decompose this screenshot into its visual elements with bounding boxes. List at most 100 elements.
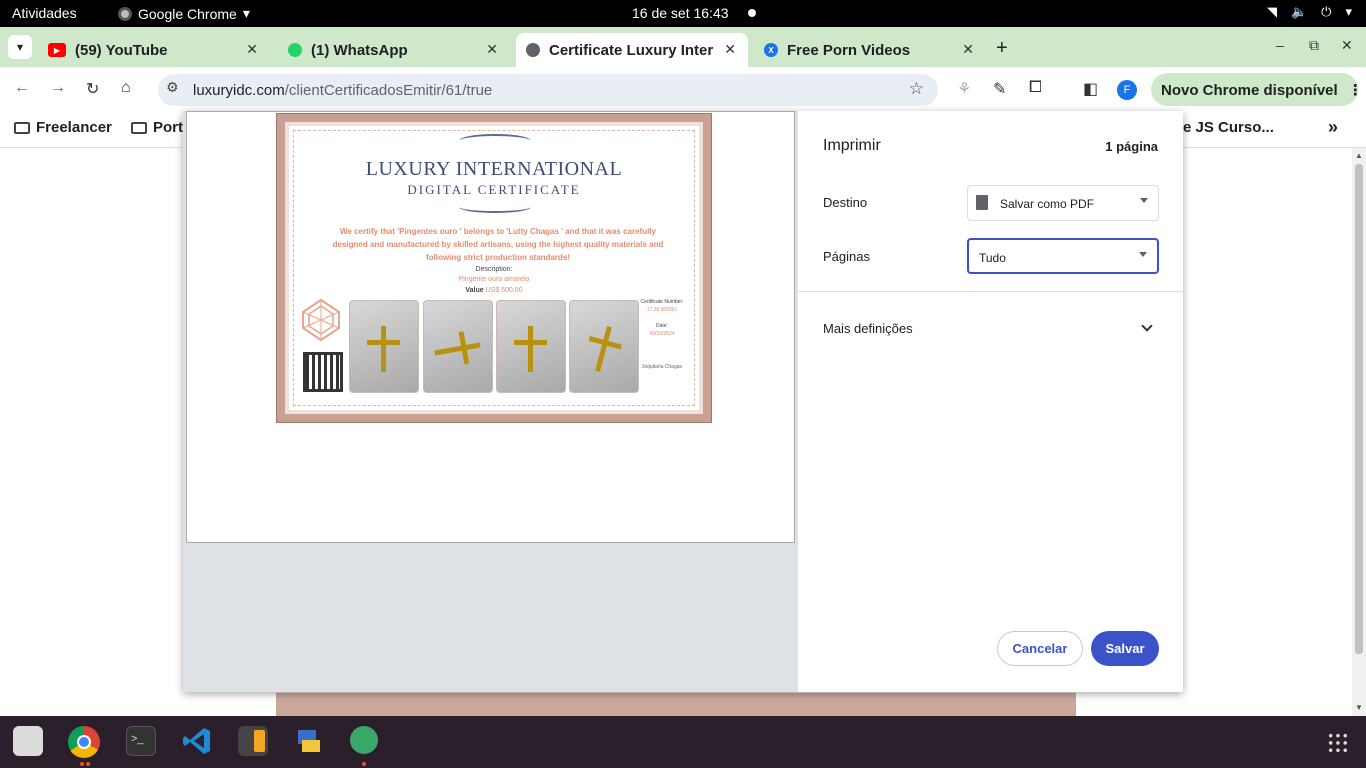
destination-select[interactable]: Salvar como PDF — [967, 185, 1159, 221]
brand-signature: Joquilaria Chagas — [641, 364, 683, 370]
description-label: Description: — [475, 266, 513, 273]
power-icon: ⏻ — [1321, 4, 1332, 19]
description-value: Pingente ouro amarelo — [458, 276, 530, 283]
statement-line: We certify that 'Pingentes ouro ' belong… — [340, 227, 656, 236]
cross-pendant — [367, 326, 400, 372]
tab-title: (59) YouTube — [75, 41, 168, 59]
certificate-statement: We certify that 'Pingentes ouro ' belong… — [311, 225, 685, 264]
chevron-right-icon[interactable]: » — [1328, 117, 1338, 138]
tab-search-button[interactable]: ▾ — [8, 35, 32, 59]
bookmark-label: Freelancer — [36, 119, 112, 136]
eyedropper-icon[interactable]: ✎ — [993, 79, 1006, 99]
print-settings-panel: Imprimir 1 página Destino Salvar como PD… — [798, 111, 1183, 692]
pages-label: Páginas — [823, 249, 870, 264]
print-preview: LUXURY INTERNATIONAL DIGITAL CERTIFICATE… — [186, 111, 795, 543]
files-icon[interactable] — [13, 726, 43, 756]
extension-icon[interactable]: ⚘ — [957, 79, 971, 99]
tab-whatsapp[interactable]: (1) WhatsApp ✕ — [278, 33, 510, 67]
scrollbar[interactable]: ▲ ▼ — [1352, 148, 1366, 716]
calculator-icon[interactable] — [238, 726, 268, 756]
site-info-icon[interactable]: ⚙ — [166, 79, 179, 96]
ornament-top — [459, 134, 531, 148]
scroll-down-icon[interactable]: ▼ — [1355, 703, 1363, 712]
product-photo — [349, 300, 419, 393]
bookmark-label: Port — [153, 119, 183, 136]
minimize-icon[interactable]: – — [1276, 37, 1284, 53]
product-photo — [423, 300, 493, 393]
tab-title: (1) WhatsApp — [311, 41, 408, 59]
system-top-bar: Atividades Google Chrome ▾ 16 de set 16:… — [0, 0, 1366, 27]
clock[interactable]: 16 de set 16:43 — [632, 5, 729, 21]
address-bar[interactable]: ⚙ luxuryidc.com/clientCertificadosEmitir… — [158, 74, 938, 106]
activities-button[interactable]: Atividades — [12, 5, 77, 21]
page-count: 1 página — [1105, 139, 1158, 154]
destination-value: Salvar como PDF — [1000, 197, 1095, 211]
forward-arrow-icon[interactable]: → — [50, 79, 66, 97]
chevron-down-icon: ▾ — [1345, 4, 1352, 19]
more-settings-toggle[interactable]: Mais definições — [823, 321, 913, 336]
url-text: luxuryidc.com/clientCertificadosEmitir/6… — [193, 82, 492, 99]
scroll-thumb[interactable] — [1355, 164, 1363, 654]
date-label: Date: — [656, 323, 668, 329]
browser-toolbar: ← → ↻ ⌂ ⚙ luxuryidc.com/clientCertificad… — [0, 67, 1366, 111]
new-tab-button[interactable]: + — [996, 37, 1008, 60]
tab-youtube[interactable]: ▶ (59) YouTube ✕ — [38, 33, 270, 67]
document-icon — [976, 195, 988, 210]
scroll-up-icon[interactable]: ▲ — [1355, 151, 1363, 160]
cert-number: 17.28.000061 — [646, 307, 678, 313]
product-photo — [569, 300, 639, 393]
close-window-icon[interactable]: ✕ — [1341, 37, 1353, 54]
chevron-down-icon[interactable] — [1141, 320, 1153, 332]
cross-pendant — [434, 342, 481, 356]
chrome-icon[interactable] — [68, 726, 100, 758]
ornament-bottom — [459, 201, 531, 213]
vscode-icon[interactable] — [182, 726, 212, 756]
bookmark-star-icon[interactable]: ☆ — [909, 79, 924, 99]
certificate-title: LUXURY INTERNATIONAL — [365, 158, 623, 180]
bookmark-freelancer[interactable]: Freelancer — [14, 119, 112, 136]
caret-down-icon — [1140, 198, 1148, 203]
app-name: Google Chrome — [138, 5, 237, 22]
system-tray[interactable]: ◥ 🔈 ⏻ ▾ — [1267, 4, 1352, 20]
update-chrome-button[interactable]: Novo Chrome disponível ⋮ — [1151, 73, 1363, 106]
url-host: luxuryidc.com — [193, 82, 285, 99]
value-label: Value — [465, 287, 484, 294]
page-certificate-edge — [276, 690, 1076, 716]
back-arrow-icon[interactable]: ← — [14, 79, 30, 97]
save-button[interactable]: Salvar — [1091, 631, 1159, 666]
statement-line: following strict production standards! — [426, 253, 570, 262]
app-menu[interactable]: Google Chrome ▾ — [118, 5, 250, 22]
restore-icon[interactable]: ⧉ — [1309, 37, 1319, 54]
side-panel-icon[interactable]: ◧ — [1083, 79, 1098, 99]
close-icon[interactable]: ✕ — [724, 41, 736, 58]
certificate-body: LUXURY INTERNATIONAL DIGITAL CERTIFICATE… — [285, 122, 703, 414]
network-tool-icon[interactable] — [294, 726, 324, 756]
profile-avatar[interactable]: F — [1117, 80, 1137, 100]
folder-icon — [131, 121, 147, 134]
close-icon[interactable]: ✕ — [246, 41, 258, 58]
show-apps-grid-icon[interactable] — [1327, 732, 1349, 754]
cancel-button[interactable]: Cancelar — [997, 631, 1083, 666]
home-icon[interactable]: ⌂ — [121, 79, 131, 97]
close-icon[interactable]: ✕ — [486, 41, 498, 58]
terminal-icon[interactable]: >_ — [126, 726, 156, 756]
value-amount: US$ 500,00 — [485, 287, 523, 294]
value-line: Value US$ 500,00 — [289, 287, 699, 294]
running-indicator — [86, 762, 90, 766]
bookmark-js-curso[interactable]: e JS Curso... — [1183, 119, 1274, 136]
puzzle-icon[interactable]: ⧠ — [1029, 79, 1042, 97]
cross-pendant — [514, 326, 547, 372]
tab-free-porn-videos[interactable]: X Free Porn Videos ✕ — [754, 33, 986, 67]
tab-certificate[interactable]: Certificate Luxury Intern ✕ — [516, 33, 748, 67]
certificate-subtitle: DIGITAL CERTIFICATE — [407, 182, 581, 197]
taskbar: >_ — [0, 716, 1366, 768]
bookmark-port[interactable]: Port — [131, 119, 183, 136]
close-icon[interactable]: ✕ — [962, 41, 974, 58]
product-photo — [496, 300, 566, 393]
wifi-icon: ◥ — [1266, 4, 1277, 19]
x-icon: X — [764, 43, 778, 57]
pages-select[interactable]: Tudo — [967, 238, 1159, 274]
caret-down-icon — [1139, 252, 1147, 257]
reload-icon[interactable]: ↻ — [86, 79, 99, 99]
atom-app-icon[interactable] — [350, 726, 378, 754]
